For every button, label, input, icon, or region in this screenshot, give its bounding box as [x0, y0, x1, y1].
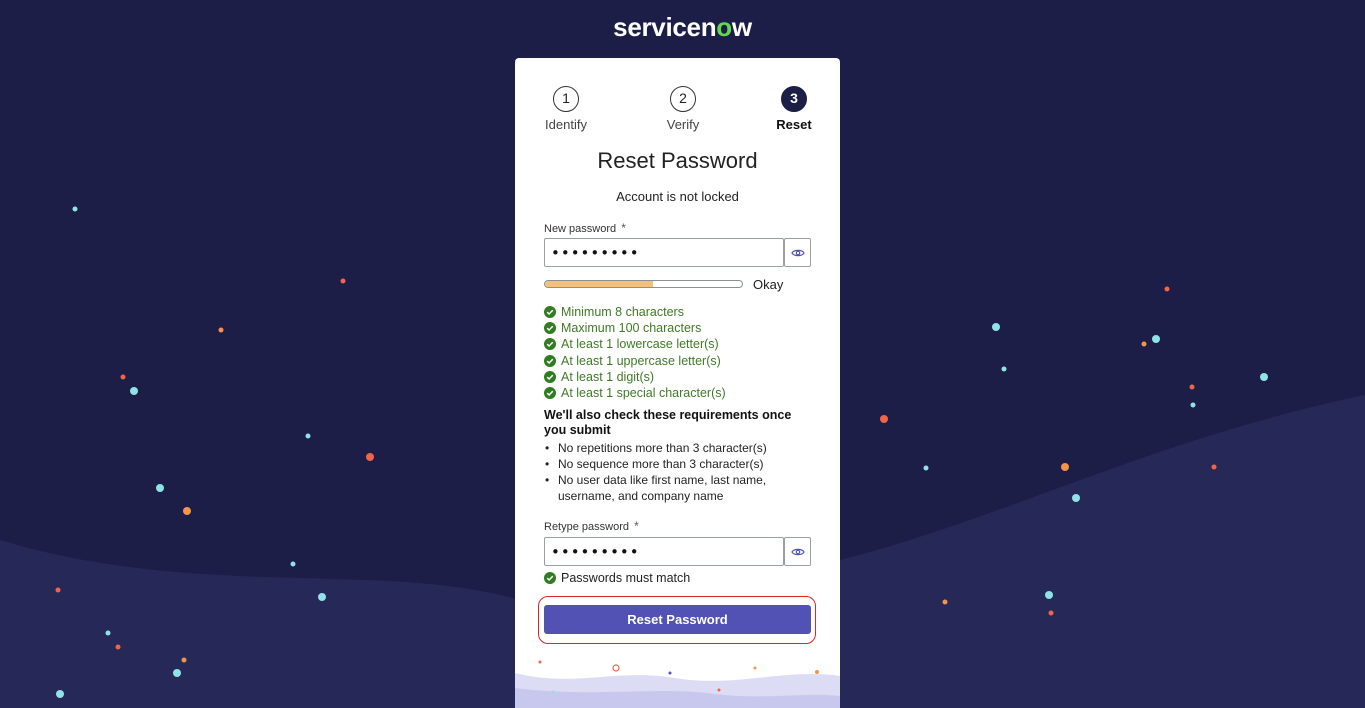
requirement-item: At least 1 special character(s) [544, 385, 824, 401]
password-requirements: Minimum 8 characters Maximum 100 charact… [544, 304, 824, 401]
new-password-label: New password * [544, 221, 626, 235]
show-new-password-button[interactable] [784, 238, 811, 267]
requirement-item: At least 1 lowercase letter(s) [544, 336, 824, 352]
servicenow-logo: servicenow [0, 12, 1365, 43]
requirement-text: At least 1 lowercase letter(s) [561, 337, 719, 352]
required-asterisk-icon: * [634, 519, 639, 533]
step-reset: 3 Reset [764, 86, 824, 132]
requirement-text: At least 1 uppercase letter(s) [561, 353, 721, 368]
card-wave-decoration [515, 660, 840, 708]
retype-password-label-text: Retype password [544, 521, 629, 533]
required-asterisk-icon: * [621, 221, 626, 235]
password-strength-bar [544, 280, 743, 288]
step-number: 3 [781, 86, 807, 112]
step-label: Identify [545, 117, 587, 132]
requirement-text: At least 1 special character(s) [561, 386, 726, 401]
requirement-text: At least 1 digit(s) [561, 369, 655, 384]
new-password-input[interactable] [544, 238, 784, 267]
check-circle-icon [544, 387, 556, 400]
requirement-item: At least 1 digit(s) [544, 369, 824, 385]
progress-steps: 1 Identify 2 Verify 3 Reset [515, 86, 840, 136]
password-strength-fill [545, 281, 654, 287]
check-circle-icon [544, 306, 556, 319]
logo-accent-o: o [716, 12, 732, 42]
submit-checks-list: No repetitions more than 3 character(s) … [544, 440, 814, 504]
requirement-text: Minimum 8 characters [561, 305, 684, 320]
requirement-item: Maximum 100 characters [544, 320, 824, 336]
step-verify: 2 Verify [653, 86, 713, 132]
passwords-match-text: Passwords must match [561, 571, 691, 585]
new-password-label-text: New password [544, 223, 617, 235]
check-circle-icon [544, 338, 556, 351]
requirement-item: Minimum 8 characters [544, 304, 824, 320]
show-retype-password-button[interactable] [784, 537, 811, 566]
step-number: 1 [553, 86, 579, 112]
password-strength-label: Okay [753, 277, 784, 292]
logo-text-prefix: servicen [613, 12, 717, 42]
submit-checks-heading: We'll also check these requirements once… [544, 408, 792, 437]
step-identify: 1 Identify [536, 86, 596, 132]
submit-check-item: No sequence more than 3 character(s) [544, 456, 814, 472]
submit-check-item: No user data like first name, last name,… [544, 472, 814, 504]
retype-password-label: Retype password * [544, 519, 639, 533]
check-circle-icon [544, 370, 556, 383]
check-circle-icon [544, 572, 556, 584]
step-label: Reset [776, 117, 812, 132]
reset-password-card: 1 Identify 2 Verify 3 Reset Reset Passwo… [515, 58, 840, 708]
check-circle-icon [544, 322, 556, 335]
requirement-text: Maximum 100 characters [561, 321, 702, 336]
step-label: Verify [666, 117, 700, 132]
page-title: Reset Password [597, 148, 758, 173]
passwords-match-status: Passwords must match [544, 571, 690, 585]
eye-icon [790, 548, 805, 555]
requirement-item: At least 1 uppercase letter(s) [544, 353, 824, 369]
eye-icon [790, 249, 805, 256]
retype-password-input[interactable] [544, 537, 784, 566]
reset-password-button[interactable]: Reset Password [544, 605, 811, 634]
logo-text-suffix: w [731, 12, 752, 42]
step-number: 2 [670, 86, 696, 112]
account-status: Account is not locked [616, 189, 739, 204]
check-circle-icon [544, 354, 556, 367]
submit-check-item: No repetitions more than 3 character(s) [544, 440, 814, 456]
